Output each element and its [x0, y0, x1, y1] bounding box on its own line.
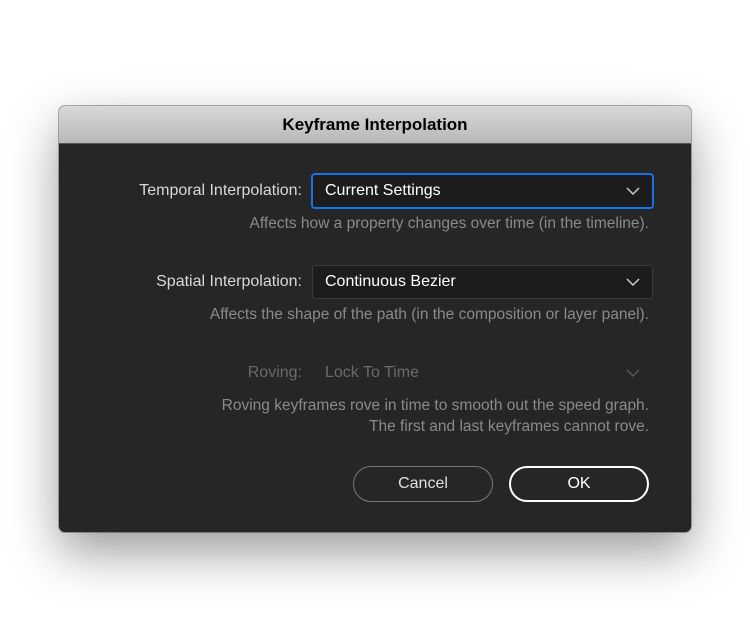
roving-select: Lock To Time [312, 356, 653, 390]
spatial-help: Affects the shape of the path (in the co… [97, 305, 653, 326]
button-row: Cancel OK [97, 466, 653, 506]
temporal-row: Temporal Interpolation: Current Settings [97, 174, 653, 208]
roving-row: Roving: Lock To Time [97, 356, 653, 390]
chevron-down-icon [626, 369, 640, 377]
spatial-select[interactable]: Continuous Bezier [312, 265, 653, 299]
cancel-button[interactable]: Cancel [353, 466, 493, 502]
dialog-content: Temporal Interpolation: Current Settings… [59, 144, 691, 532]
spatial-label: Spatial Interpolation: [97, 273, 312, 291]
roving-help-line2: The first and last keyframes cannot rove… [369, 418, 649, 435]
chevron-down-icon [626, 278, 640, 286]
spatial-select-value: Continuous Bezier [325, 273, 456, 291]
roving-help-line1: Roving keyframes rove in time to smooth … [222, 397, 649, 414]
roving-help: Roving keyframes rove in time to smooth … [97, 396, 653, 438]
temporal-help: Affects how a property changes over time… [97, 214, 653, 235]
keyframe-interpolation-dialog: Keyframe Interpolation Temporal Interpol… [59, 106, 691, 532]
ok-button[interactable]: OK [509, 466, 649, 502]
temporal-select-value: Current Settings [325, 182, 441, 200]
roving-label: Roving: [97, 364, 312, 382]
chevron-down-icon [626, 187, 640, 195]
spatial-row: Spatial Interpolation: Continuous Bezier [97, 265, 653, 299]
temporal-select[interactable]: Current Settings [312, 174, 653, 208]
dialog-title: Keyframe Interpolation [282, 115, 467, 135]
temporal-label: Temporal Interpolation: [97, 182, 312, 200]
roving-select-value: Lock To Time [325, 364, 419, 382]
titlebar: Keyframe Interpolation [59, 106, 691, 144]
